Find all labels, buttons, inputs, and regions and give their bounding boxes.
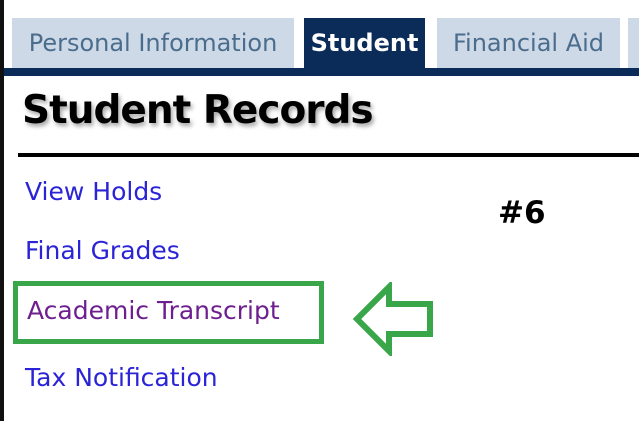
tab-strip-underline [4,68,639,76]
step-number-label: #6 [498,195,546,231]
tab-overflow-edge [628,18,639,68]
view-holds-link[interactable]: View Holds [25,177,162,206]
tab-student[interactable]: Student [304,18,425,68]
final-grades-link[interactable]: Final Grades [25,236,180,265]
page-title: Student Records [22,87,374,133]
tab-personal-information[interactable]: Personal Information [12,18,294,68]
tab-financial-aid[interactable]: Financial Aid [437,18,620,68]
title-divider [18,153,639,157]
highlight-box [13,281,324,344]
tax-notification-link[interactable]: Tax Notification [25,363,218,392]
left-arrow-icon [352,282,433,356]
screenshot-frame: Personal Information Student Financial A… [0,0,639,421]
